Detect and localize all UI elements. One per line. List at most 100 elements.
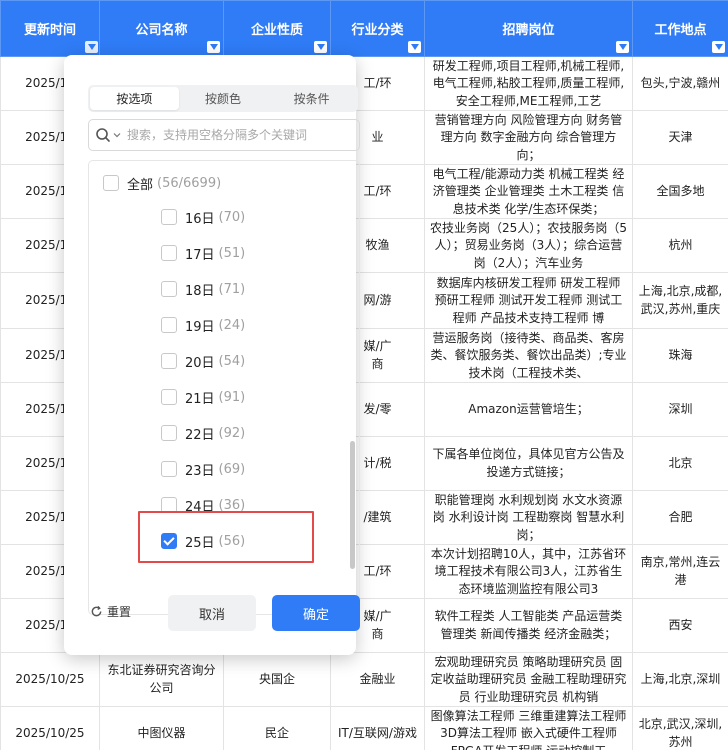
option-count: (56/6699) (157, 175, 222, 191)
header-label: 行业分类 (351, 23, 404, 38)
filter-icon[interactable] (207, 41, 220, 53)
checkbox[interactable] (161, 389, 177, 405)
filter-option[interactable]: 21日 (91) (161, 379, 245, 415)
reset-button[interactable]: 重置 (90, 603, 131, 620)
cell-positions[interactable]: 农技业务岗（25人）；农技服务岗（5人）；贸易业务岗（3人）；综合运营岗（2人）… (424, 218, 633, 273)
header-label: 招聘岗位 (502, 23, 555, 38)
cell-positions[interactable]: 图像算法工程师 三维重建算法工程师 3D算法工程师 嵌入式硬件工程师 FPGA开… (424, 706, 633, 750)
cell-location[interactable]: 天津 (632, 110, 728, 165)
cell-nature[interactable]: 央国企 (223, 652, 331, 707)
checkbox[interactable] (161, 497, 177, 513)
cell-company[interactable]: 东北证券研究咨询分公司 (99, 652, 224, 707)
filter-icon[interactable] (616, 41, 629, 53)
cell-positions[interactable]: 软件工程类 人工智能类 产品运营类 管理类 新闻传播类 经济金融类； (424, 598, 633, 653)
tab-by-condition[interactable]: 按条件 (267, 87, 356, 110)
cell-text: 本次计划招聘10人，其中，江苏省环境工程技术有限公司3人，江苏省生态环境监测监控… (430, 546, 627, 596)
checkbox[interactable] (161, 281, 177, 297)
cell-location[interactable]: 珠海 (632, 328, 728, 383)
option-label: 17日 (185, 247, 215, 263)
cell-positions[interactable]: 下属各单位岗位，具体见官方公告及投递方式链接； (424, 436, 633, 491)
cell-positions[interactable]: 数据库内核研发工程师 研发工程师 预研工程师 测试开发工程师 测试工程师 产品技… (424, 272, 633, 329)
cell-industry[interactable]: IT/互联网/游戏 (330, 706, 425, 750)
cell-location[interactable]: 北京,武汉,深圳,苏州 (632, 706, 728, 750)
cell-location[interactable]: 西安 (632, 598, 728, 653)
cell-positions[interactable]: 本次计划招聘10人，其中，江苏省环境工程技术有限公司3人，江苏省生态环境监测监控… (424, 544, 633, 599)
filter-icon[interactable] (408, 41, 421, 53)
cell-positions[interactable]: 研发工程师,项目工程师,机械工程师,电气工程师,粘胶工程师,质量工程师,安全工程… (424, 56, 633, 111)
cell-text: 电气工程/能源动力类 机械工程类 经济管理类 企业管理类 土木工程类 信息技术类… (432, 166, 625, 216)
search-mode-dropdown[interactable] (89, 127, 127, 143)
cell-positions[interactable]: 营运服务岗（接待类、商品类、客房类、餐饮服务类、餐饮出品类）;专业技术岗（工程技… (424, 328, 633, 383)
checkbox[interactable] (161, 353, 177, 369)
filter-option[interactable]: 20日 (54) (161, 343, 245, 379)
cell-nature[interactable]: 民企 (223, 706, 331, 750)
cell-location[interactable]: 深圳 (632, 382, 728, 437)
refresh-icon (91, 605, 102, 617)
cell-date[interactable]: 2025/10/25 (0, 706, 100, 750)
cell-text: 研发工程师,项目工程师,机械工程师,电气工程师,粘胶工程师,质量工程师,安全工程… (432, 58, 625, 108)
checkbox[interactable] (161, 209, 177, 225)
cell-location[interactable]: 合肥 (632, 490, 728, 545)
cell-location[interactable]: 包头,宁波,赣州 (632, 56, 728, 111)
cell-positions[interactable]: 电气工程/能源动力类 机械工程类 经济管理类 企业管理类 土木工程类 信息技术类… (424, 164, 633, 219)
option-count: (24) (218, 317, 246, 333)
filter-option[interactable]: 18日 (71) (161, 271, 245, 307)
filter-option[interactable]: 16日 (70) (161, 199, 245, 235)
cell-text: 营销管理方向 风险管理方向 财务管理方向 数字金融方向 综合管理方向； (434, 112, 623, 162)
cell-text: Amazon运营管培生； (468, 401, 589, 416)
cell-location[interactable]: 上海,北京,深圳 (632, 652, 728, 707)
table-row: 2025/10/25 中图仪器 民企 IT/互联网/游戏 图像算法工程师 三维重建算法工… (0, 706, 728, 750)
filter-option[interactable]: 19日 (24) (161, 307, 245, 343)
option-label: 16日 (185, 211, 215, 227)
checkbox[interactable] (161, 461, 177, 477)
cell-positions[interactable]: Amazon运营管培生； (424, 382, 633, 437)
header-update-time: 更新时间 (0, 0, 100, 57)
cell-industry[interactable]: 金融业 (330, 652, 425, 707)
cell-location[interactable]: 全国多地 (632, 164, 728, 219)
scrollbar[interactable] (350, 441, 355, 569)
cell-text: 宏观助理研究员 策略助理研究员 固定收益助理研究员 金融工程助理研究员 行业助理… (430, 654, 627, 704)
cell-location[interactable]: 北京 (632, 436, 728, 491)
option-count: (91) (218, 389, 246, 405)
option-count: (69) (218, 461, 246, 477)
option-label: 21日 (185, 391, 215, 407)
cell-location[interactable]: 南京,常州,连云港 (632, 544, 728, 599)
cell-text: 下属各单位岗位，具体见官方公告及投递方式链接； (432, 447, 625, 479)
search-input[interactable] (127, 128, 359, 142)
cell-positions[interactable]: 营销管理方向 风险管理方向 财务管理方向 数字金融方向 综合管理方向； (424, 110, 633, 165)
filter-option-list: 全部 (56/6699) 16日 (70) 17日 (51) 18日 (71) 19日 (24… (88, 160, 360, 615)
filter-icon[interactable] (85, 41, 98, 53)
header-label: 公司名称 (135, 23, 188, 38)
select-all-option[interactable]: 全部 (56/6699) (103, 165, 221, 201)
option-label: 20日 (185, 355, 215, 371)
filter-icon[interactable] (314, 41, 327, 53)
chevron-down-icon (113, 133, 121, 138)
header-label: 更新时间 (23, 23, 76, 38)
option-label: 22日 (185, 427, 215, 443)
filter-option[interactable]: 22日 (92) (161, 415, 245, 451)
cell-date[interactable]: 2025/10/25 (0, 652, 100, 707)
confirm-button[interactable]: 确定 (272, 595, 360, 631)
cell-location[interactable]: 杭州 (632, 218, 728, 273)
checkbox[interactable] (161, 425, 177, 441)
filter-option[interactable]: 24日 (36) (161, 487, 245, 523)
checkbox[interactable] (161, 317, 177, 333)
cell-text: 职能管理岗 水利规划岗 水文水资源岗 水利设计岗 工程勘察岗 智慧水利岗； (432, 492, 625, 542)
cell-company[interactable]: 中图仪器 (99, 706, 224, 750)
tab-by-color[interactable]: 按颜色 (179, 87, 268, 110)
tab-by-option[interactable]: 按选项 (90, 87, 179, 110)
filter-option[interactable]: 25日 (56) (161, 523, 245, 559)
header-nature: 企业性质 (223, 0, 331, 57)
checkbox[interactable] (161, 245, 177, 261)
filter-icon[interactable] (712, 41, 725, 53)
option-label: 18日 (185, 283, 215, 299)
cell-positions[interactable]: 宏观助理研究员 策略助理研究员 固定收益助理研究员 金融工程助理研究员 行业助理… (424, 652, 633, 707)
filter-option[interactable]: 17日 (51) (161, 235, 245, 271)
cancel-button[interactable]: 取消 (168, 595, 256, 631)
cell-positions[interactable]: 职能管理岗 水利规划岗 水文水资源岗 水利设计岗 工程勘察岗 智慧水利岗； (424, 490, 633, 545)
option-count: (36) (218, 497, 246, 513)
cell-location[interactable]: 上海,北京,成都,武汉,苏州,重庆 (632, 272, 728, 329)
checkbox-checked[interactable] (161, 533, 177, 549)
filter-option[interactable]: 23日 (69) (161, 451, 245, 487)
checkbox[interactable] (103, 175, 119, 191)
